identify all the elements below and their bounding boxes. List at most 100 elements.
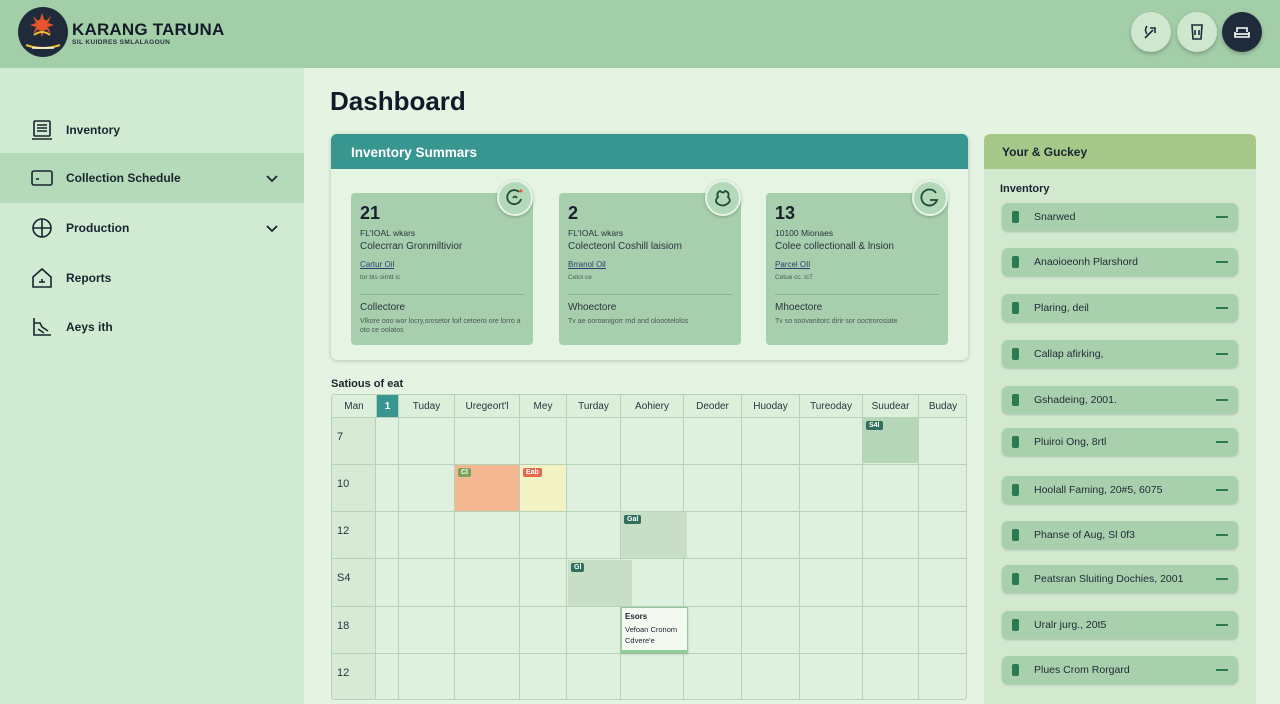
g-circle-icon[interactable] — [912, 180, 948, 216]
event-tag: S4l — [866, 421, 883, 430]
brand-subtitle: SIL KUIDRES SMLALAGOUN — [72, 39, 171, 46]
remove-icon[interactable] — [1216, 307, 1228, 309]
inventory-item-label: Gshadeing, 2001. — [1034, 394, 1117, 406]
inventory-item-label: Pluiroi Ong, 8rtl — [1034, 436, 1107, 448]
sidebar: Inventory Collection Schedule Production… — [0, 68, 304, 704]
sidebar-item-inventory[interactable]: Inventory — [0, 105, 304, 155]
card-divider — [568, 294, 732, 295]
inventory-item-label: Hoolall Faming, 20#5, 6075 — [1034, 484, 1163, 496]
calendar-day-header: Huoday — [742, 395, 800, 418]
share-action-button[interactable] — [1131, 12, 1171, 52]
inventory-list-item[interactable]: Peatsran Sluiting Dochies, 2001 — [1002, 565, 1238, 593]
card-status-desc: Tv so soovanitorc dirir sor ooctrorosiat… — [775, 318, 898, 325]
card-subtitle: Colee collectionall & lnsion — [775, 241, 894, 252]
inventory-list-item[interactable]: Gshadeing, 2001. — [1002, 386, 1238, 414]
page-title: Dashboard — [330, 86, 466, 116]
right-panel: Your & Guckey Inventory Snarwed Anaoioeon… — [984, 134, 1256, 704]
right-panel-subtitle: Inventory — [1000, 183, 1050, 195]
card-link[interactable]: Parcel OIl — [775, 260, 810, 269]
calendar-event[interactable]: Eab — [520, 465, 566, 511]
inventory-summary-panel: Inventory Summars 21 FL'IOAL wkars Colec… — [331, 134, 968, 360]
remove-icon[interactable] — [1216, 216, 1228, 218]
drink-action-button[interactable] — [1177, 12, 1217, 52]
inventory-list-item[interactable]: Phanse of Aug, Sl 0f3 — [1002, 521, 1238, 549]
sofa-icon — [1234, 27, 1250, 38]
card-status-title: Whoectore — [568, 302, 617, 313]
inventory-list-item[interactable]: Uralr jurg., 20t5 — [1002, 611, 1238, 639]
calendar-event[interactable]: Gl — [568, 560, 632, 606]
remove-icon[interactable] — [1216, 261, 1228, 263]
inventory-item-label: Snarwed — [1034, 211, 1076, 223]
profile-action-button[interactable] — [1222, 12, 1262, 52]
item-marker-icon — [1012, 436, 1019, 448]
calendar-day-header: Suudear — [863, 395, 919, 418]
blob-icon[interactable] — [705, 180, 741, 216]
calendar-event[interactable]: Cl — [455, 465, 519, 511]
item-marker-icon — [1012, 302, 1019, 314]
sidebar-item-label: Collection Schedule — [66, 171, 181, 185]
inventory-list-item[interactable]: Plues Crom Rorgard — [1002, 656, 1238, 684]
inventory-item-label: Callap afirking, — [1034, 348, 1104, 360]
inventory-item-label: Anaoioeonh Plarshord — [1034, 256, 1138, 268]
calendar-event[interactable]: Gal — [621, 512, 687, 558]
remove-icon[interactable] — [1216, 441, 1228, 443]
right-panel-title: Your & Guckey — [984, 134, 1256, 169]
grid-line — [799, 418, 800, 699]
calendar-day-header: Uregeort'l — [455, 395, 520, 418]
calendar-day-header: Aohiery — [621, 395, 684, 418]
card-value: 21 — [360, 203, 381, 223]
inventory-list-item[interactable]: Callap afirking, — [1002, 340, 1238, 368]
inventory-list-item[interactable]: Hoolall Faming, 20#5, 6075 — [1002, 476, 1238, 504]
profile-icon — [33, 318, 51, 336]
note-line: Vefoan Cronom — [625, 625, 678, 634]
calendar-event-note[interactable]: Esors Vefoan Cronom Cdvere'e — [621, 607, 688, 653]
remove-icon[interactable] — [1216, 578, 1228, 580]
inventory-list-item[interactable]: Pluiroi Ong, 8rtl — [1002, 428, 1238, 456]
remove-icon[interactable] — [1216, 489, 1228, 491]
calendar-event[interactable]: S4l — [863, 418, 918, 463]
calendar-row-label: 12 — [332, 512, 376, 559]
calendar-row-label: 10 — [332, 465, 376, 512]
inventory-list-item[interactable]: Plaring, deil — [1002, 294, 1238, 322]
chevron-down-icon[interactable] — [264, 220, 280, 236]
remove-icon[interactable] — [1216, 624, 1228, 626]
item-marker-icon — [1012, 256, 1019, 268]
remove-icon[interactable] — [1216, 534, 1228, 536]
calendar-day-header: Tureoday — [800, 395, 863, 418]
share-icon — [1144, 25, 1156, 39]
inventory-item-label: Plaring, deil — [1034, 302, 1089, 314]
sidebar-item-label: Aeys ith — [66, 320, 113, 334]
refresh-icon[interactable] — [497, 180, 533, 216]
remove-icon[interactable] — [1216, 399, 1228, 401]
karang-taruna-logo[interactable] — [18, 7, 68, 57]
calendar-day-header-selected[interactable]: 1 — [377, 395, 399, 418]
sidebar-item-label: Production — [66, 221, 130, 235]
logo-ribbon-icon — [25, 44, 61, 49]
calendar-day-header: Turday — [567, 395, 621, 418]
summary-card[interactable]: 21 FL'IOAL wkars Colecrran Gronmiltivior… — [351, 180, 533, 345]
sidebar-item-collection-schedule[interactable]: Collection Schedule — [0, 153, 304, 203]
remove-icon[interactable] — [1216, 669, 1228, 671]
card-divider — [360, 294, 524, 295]
card-icon — [31, 170, 53, 186]
sidebar-item-aeys-ith[interactable]: Aeys ith — [0, 302, 304, 352]
item-marker-icon — [1012, 484, 1019, 496]
card-link[interactable]: Brranol Oil — [568, 260, 606, 269]
chevron-down-icon[interactable] — [264, 170, 280, 186]
sidebar-item-reports[interactable]: Reports — [0, 253, 304, 303]
top-bar: KARANG TARUNA SIL KUIDRES SMLALAGOUN — [0, 0, 1280, 68]
event-tag: Gl — [571, 563, 585, 572]
schedule-title: Satious of eat — [331, 378, 404, 390]
grid-line — [454, 418, 455, 699]
inventory-list-item[interactable]: Anaoioeonh Plarshord — [1002, 248, 1238, 276]
calendar-row-label: 7 — [332, 418, 376, 465]
inventory-list-item[interactable]: Snarwed — [1002, 203, 1238, 231]
summary-card[interactable]: 13 10100 Mionaes Colee collectionall & l… — [766, 180, 948, 345]
item-marker-icon — [1012, 211, 1019, 223]
remove-icon[interactable] — [1216, 353, 1228, 355]
sidebar-item-production[interactable]: Production — [0, 203, 304, 253]
summary-card[interactable]: 2 FL'IOAL wkars Colecteonl Coshill laisi… — [559, 180, 741, 345]
grid-line — [566, 418, 567, 699]
calendar-day-header: Man — [332, 395, 377, 418]
card-link[interactable]: Cartur Oil — [360, 260, 394, 269]
